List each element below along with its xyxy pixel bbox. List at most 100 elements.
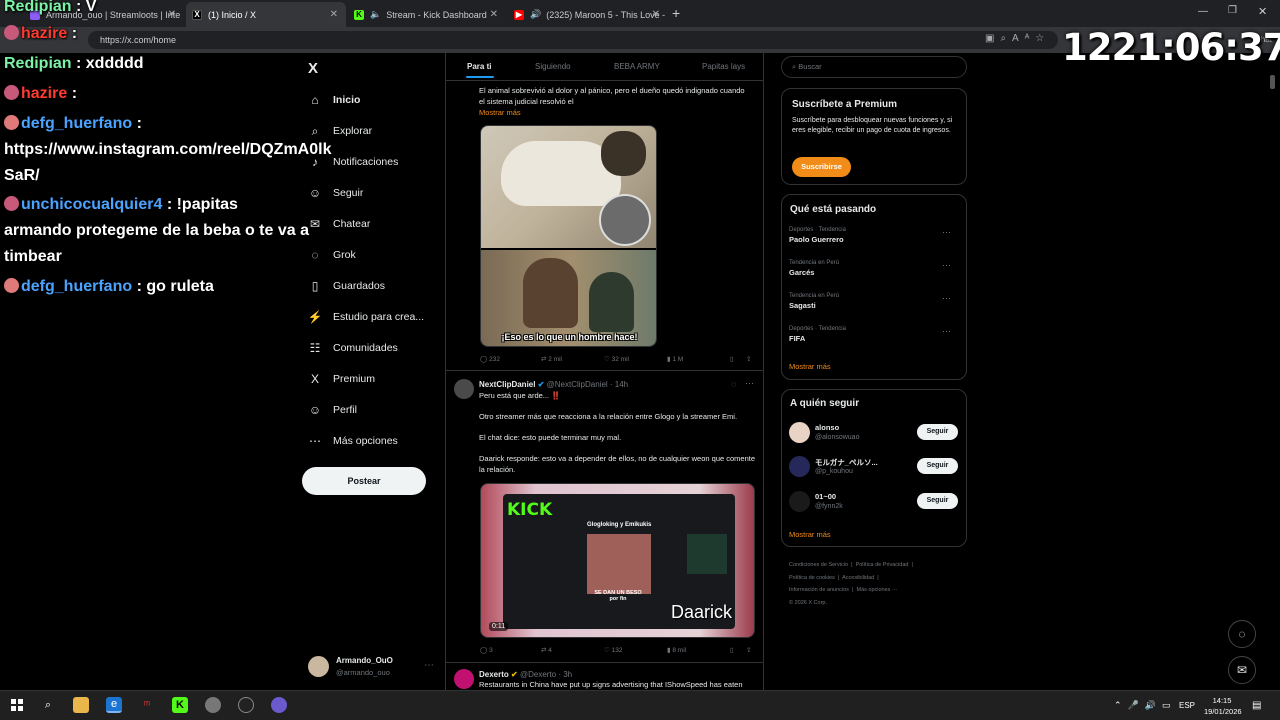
- nav-item-6[interactable]: ▯ Guardados: [308, 279, 385, 293]
- notification-icon[interactable]: ▤: [1252, 700, 1261, 711]
- window-close-icon[interactable]: ✕: [1258, 5, 1267, 18]
- windows-start-icon[interactable]: [9, 697, 25, 713]
- views-button[interactable]: ▮ 1 M: [667, 355, 683, 363]
- file-explorer-icon[interactable]: [73, 697, 89, 713]
- grok-icon[interactable]: ◌: [1228, 620, 1256, 648]
- follow-button[interactable]: Seguir: [917, 493, 958, 509]
- tweet-video[interactable]: KICK Glogloking y Emikukis SE DAN UN BES…: [480, 483, 755, 638]
- footer-link[interactable]: Información de anuncios: [789, 587, 849, 593]
- nav-item-0[interactable]: ⌂ Inicio: [308, 93, 360, 107]
- chat-separator: :: [67, 85, 78, 102]
- follow-name[interactable]: 01~00: [815, 492, 836, 501]
- tab-siguiendo[interactable]: Siguiendo: [535, 62, 571, 71]
- trend-item[interactable]: Tendencia en Perú Garcés ⋯: [789, 260, 959, 277]
- footer-link[interactable]: Accesibilidad: [842, 575, 874, 581]
- system-tray-icons[interactable]: ⌃🎤🔊▭: [1114, 700, 1176, 711]
- trend-item[interactable]: Tendencia en Perú Sagasti ⋯: [789, 293, 959, 310]
- account-menu-icon[interactable]: ⋯: [424, 660, 434, 671]
- nav-label: Grok: [333, 249, 356, 261]
- search-icon[interactable]: ⌕: [40, 697, 56, 713]
- restore-icon[interactable]: ❐: [1228, 5, 1237, 16]
- share-icon[interactable]: ⇪: [746, 355, 751, 363]
- app-icon[interactable]: [271, 697, 287, 713]
- nav-item-5[interactable]: ◌ Grok: [308, 248, 356, 262]
- show-more-link[interactable]: Mostrar más: [479, 108, 521, 117]
- grok-icon[interactable]: ◌: [731, 379, 736, 389]
- nav-item-10[interactable]: ☺ Perfil: [308, 403, 357, 417]
- footer-link[interactable]: Condiciones de Servicio: [789, 562, 848, 568]
- chat-message: hazire :: [4, 21, 77, 47]
- follow-name[interactable]: alonso: [815, 423, 839, 432]
- share-icon[interactable]: ⇪: [746, 646, 751, 654]
- more-icon[interactable]: ⋯: [942, 293, 951, 304]
- tab-papitas-lays[interactable]: Papitas lays: [702, 62, 745, 71]
- kick-icon[interactable]: K: [172, 697, 188, 713]
- avatar[interactable]: [308, 656, 329, 677]
- close-icon[interactable]: ✕: [330, 9, 338, 20]
- scrollbar[interactable]: [1270, 75, 1275, 89]
- tab-youtube[interactable]: ▶ 🔊 (2325) Maroon 5 - This Love - ✕: [508, 2, 668, 27]
- like-button[interactable]: ♡ 32 mil: [604, 355, 629, 363]
- show-more-link[interactable]: Mostrar más: [789, 530, 831, 539]
- avatar[interactable]: [789, 491, 810, 512]
- more-icon[interactable]: ⋯: [942, 227, 951, 238]
- new-tab-icon[interactable]: +: [672, 5, 680, 21]
- subscribe-button[interactable]: Suscribirse: [792, 157, 851, 177]
- follow-button[interactable]: Seguir: [917, 458, 958, 474]
- tab-para-ti[interactable]: Para ti: [467, 62, 491, 71]
- tab-kick-dashboard[interactable]: K 🔈 Stream - Kick Dashboard ✕: [348, 2, 506, 27]
- trend-item[interactable]: Deportes · Tendencia FIFA ⋯: [789, 326, 959, 343]
- reply-button[interactable]: ◯ 3: [480, 646, 493, 654]
- search-input[interactable]: ⌕ Buscar: [781, 56, 967, 78]
- address-bar-actions[interactable]: ▣⌕Aᴬ☆: [985, 33, 1050, 44]
- retweet-button[interactable]: ⇄ 4: [541, 646, 552, 654]
- footer-link[interactable]: Más opciones ···: [856, 587, 897, 593]
- nav-item-9[interactable]: X Premium: [308, 372, 375, 386]
- close-icon[interactable]: ✕: [490, 9, 498, 20]
- tab-x-inicio[interactable]: X (1) Inicio / X ✕: [186, 2, 346, 27]
- close-icon[interactable]: ✕: [168, 9, 176, 20]
- chat-username: unchicocualquier4: [21, 196, 163, 213]
- trend-item[interactable]: Deportes · Tendencia Paolo Guerrero ⋯: [789, 227, 959, 244]
- app-icon[interactable]: ᵐ: [139, 697, 155, 713]
- nav-item-8[interactable]: ☷ Comunidades: [308, 341, 398, 355]
- like-button[interactable]: ♡ 132: [604, 646, 623, 654]
- avatar[interactable]: [454, 379, 474, 399]
- more-icon[interactable]: ⋯: [942, 326, 951, 337]
- clock[interactable]: 14:15 19/01/2026: [1204, 695, 1242, 717]
- trend-category: Deportes · Tendencia: [789, 227, 846, 233]
- bookmark-icon[interactable]: ▯: [730, 355, 734, 363]
- address-bar[interactable]: https://x.com/home: [88, 31, 1058, 49]
- tweet-image[interactable]: ¡Eso es lo que un hombre hace!: [480, 125, 657, 347]
- obs-icon[interactable]: [238, 697, 254, 713]
- tweet-author[interactable]: NextClipDaniel ✔ @NextClipDaniel · 14h: [479, 380, 628, 389]
- footer-links: Condiciones de Servicio | Política de Pr…: [789, 562, 913, 606]
- language-indicator[interactable]: ESP: [1179, 701, 1195, 710]
- tab-beba-army[interactable]: BEBA ARMY: [614, 62, 660, 71]
- views-button[interactable]: ▮ 8 mil: [667, 646, 686, 654]
- nav-item-4[interactable]: ✉ Chatear: [308, 217, 370, 231]
- app-icon[interactable]: [205, 697, 221, 713]
- footer-link[interactable]: Política de cookies: [789, 575, 835, 581]
- minimize-icon[interactable]: —: [1198, 6, 1208, 17]
- avatar[interactable]: [454, 669, 474, 689]
- follow-name[interactable]: モルガナ_ペルソ...: [815, 457, 878, 468]
- x-logo-icon[interactable]: X: [308, 60, 318, 77]
- show-more-link[interactable]: Mostrar más: [789, 362, 831, 371]
- more-icon[interactable]: ⋯: [745, 378, 754, 389]
- tweet-author[interactable]: Dexerto ✔ @Dexerto · 3h: [479, 670, 572, 679]
- post-button[interactable]: Postear: [302, 467, 426, 495]
- more-icon[interactable]: ⋯: [942, 260, 951, 271]
- avatar[interactable]: [789, 456, 810, 477]
- follow-button[interactable]: Seguir: [917, 424, 958, 440]
- footer-link[interactable]: Política de Privacidad: [856, 562, 909, 568]
- edge-browser-icon[interactable]: e: [106, 697, 122, 713]
- nav-item-7[interactable]: ⚡ Estudio para crea...: [308, 310, 425, 324]
- avatar[interactable]: [789, 422, 810, 443]
- nav-item-11[interactable]: ⋯ Más opciones: [308, 434, 398, 448]
- messages-icon[interactable]: ✉: [1228, 656, 1256, 684]
- bookmark-icon[interactable]: ▯: [730, 646, 734, 654]
- retweet-button[interactable]: ⇄ 2 mil: [541, 355, 562, 363]
- close-icon[interactable]: ✕: [652, 9, 660, 20]
- reply-button[interactable]: ◯ 232: [480, 355, 500, 363]
